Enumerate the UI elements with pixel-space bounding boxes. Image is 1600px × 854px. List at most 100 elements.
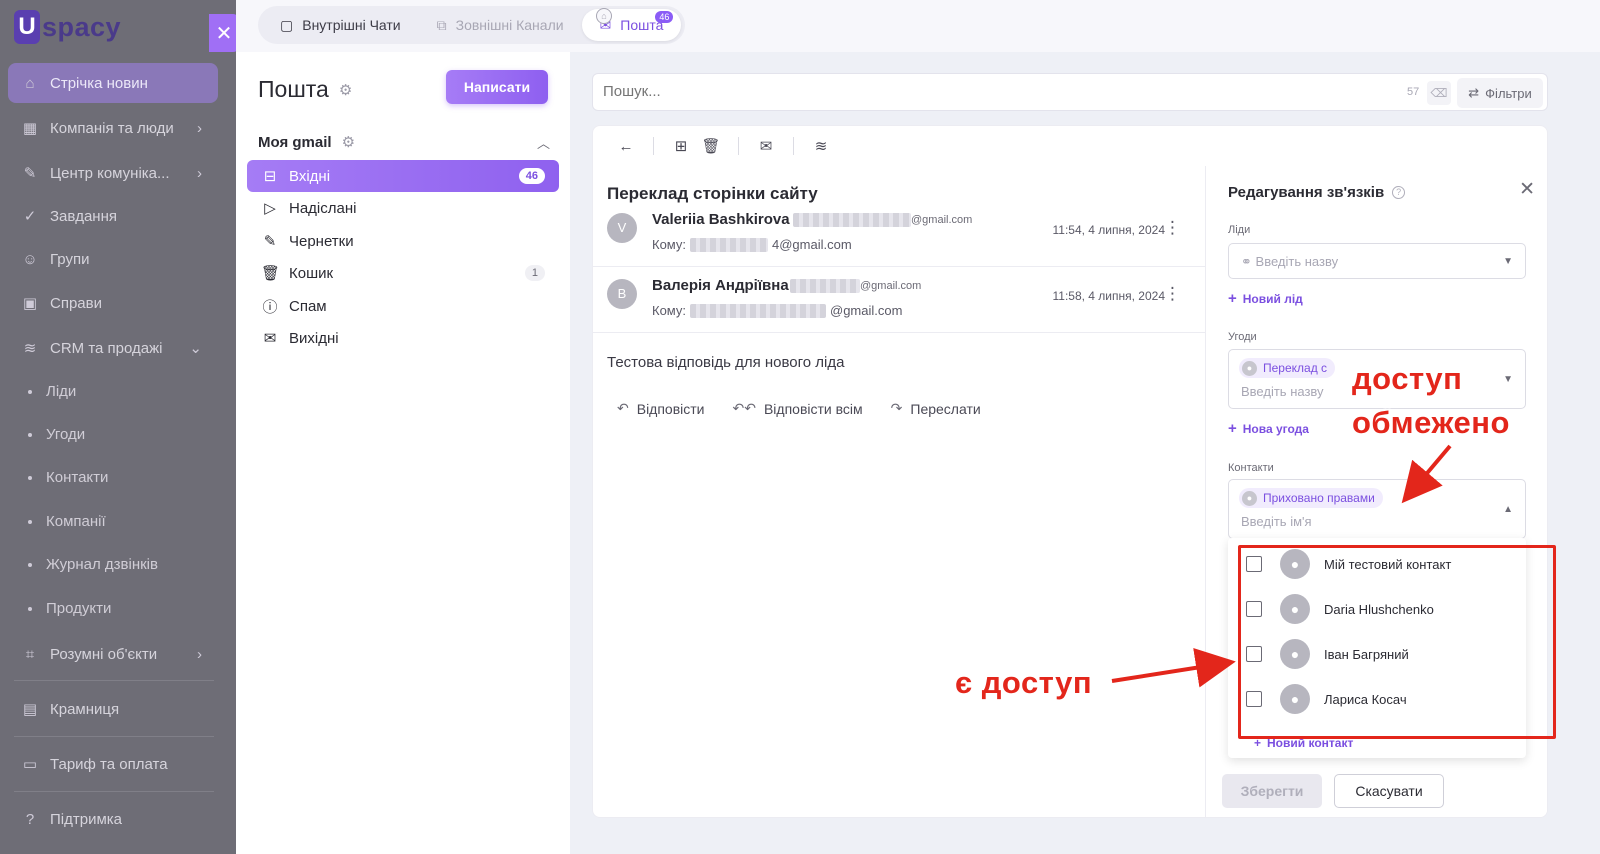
sidebar-subitem-leads[interactable]: Ліди	[28, 383, 76, 400]
chevron-up-icon[interactable]: ︿	[537, 133, 550, 152]
sidebar-subitem-deals[interactable]: Угоди	[28, 426, 85, 443]
lock-icon: ⌂	[596, 8, 612, 24]
more-options-icon[interactable]: ⋮	[1164, 218, 1181, 238]
new-deal-label: Нова угода	[1242, 421, 1309, 436]
annotation-restricted-line2: обмежено	[1352, 405, 1510, 440]
divider	[738, 137, 739, 155]
database-icon: ≋	[23, 340, 37, 357]
new-lead-button[interactable]: + Новий лід	[1228, 290, 1303, 307]
sidebar-subitem-calls[interactable]: Журнал дзвінків	[28, 556, 158, 573]
forward-button[interactable]: ↷ Переслати	[891, 400, 981, 417]
bullet-icon	[28, 432, 32, 437]
folder-label: Спам	[289, 297, 327, 315]
message-time: 11:54, 4 липня, 2024	[1052, 223, 1165, 237]
user-icon: ●	[1242, 360, 1257, 376]
contacts-select[interactable]: ● Приховано правами Введіть ім'я ▲	[1228, 479, 1526, 539]
compose-icon: ✎	[23, 165, 37, 182]
redacted-text	[790, 279, 860, 293]
folder-label: Надіслані	[289, 199, 357, 217]
sidebar-item-communications[interactable]: ✎ Центр комуніка... ›	[8, 153, 218, 193]
bullet-icon	[28, 606, 32, 611]
divider	[14, 736, 214, 737]
gear-icon[interactable]: ⚙	[339, 81, 352, 99]
save-button[interactable]: Зберегти	[1222, 774, 1322, 808]
sidebar-item-tasks[interactable]: ✓ Завдання	[8, 196, 218, 236]
tab-internal-chats[interactable]: ▢ Внутрішні Чати	[262, 9, 419, 41]
folder-trash[interactable]: 🗑 Кошик 1	[247, 257, 559, 289]
sidebar-subitem-products[interactable]: Продукти	[28, 600, 111, 617]
sidebar-item-groups[interactable]: ☺ Групи	[8, 239, 218, 279]
annotation-restricted-line1: доступ	[1352, 361, 1463, 396]
divider	[793, 137, 794, 155]
app-logo[interactable]: U spacy	[14, 10, 121, 44]
search-input[interactable]	[603, 83, 1363, 100]
redacted-text	[793, 213, 911, 227]
send-icon: ▷	[264, 200, 276, 217]
folder-drafts[interactable]: ✎ Чернетки	[247, 225, 559, 257]
compose-button[interactable]: Написати	[446, 70, 548, 104]
reply-all-icon: ↶↶	[732, 400, 756, 416]
sidebar-item-label: Компанія та люди	[50, 119, 174, 137]
message-body: Тестова відповідь для нового ліда	[607, 354, 845, 371]
avatar: В	[607, 279, 637, 309]
sidebar-item-store[interactable]: ▤ Крамниця	[8, 689, 218, 729]
trash-icon[interactable]: 🗑	[696, 131, 726, 161]
folder-sent[interactable]: ▷ Надіслані	[247, 192, 559, 224]
sidebar-subitem-contacts[interactable]: Контакти	[28, 469, 108, 486]
leads-select[interactable]: ⚭ Введіть назву ▼	[1228, 243, 1526, 279]
back-arrow-icon[interactable]: ←	[611, 131, 641, 161]
new-lead-label: Новий лід	[1242, 291, 1303, 306]
chevron-down-icon: ⌄	[189, 340, 202, 357]
folder-inbox[interactable]: ⊟ Вхідні 46	[247, 160, 559, 192]
chevron-down-icon: ▼	[1503, 374, 1513, 385]
folder-spam[interactable]: ⓘ Спам	[247, 290, 559, 322]
logo-mark: U	[14, 10, 40, 44]
deals-placeholder: Введіть назву	[1241, 384, 1324, 399]
gear-icon[interactable]: ⚙	[342, 133, 355, 151]
reply-all-button[interactable]: ↶↶ Відповісти всім	[733, 400, 863, 417]
sidebar-item-news[interactable]: ⌂ Стрічка новин	[8, 63, 218, 103]
outbox-icon: ✉	[263, 330, 277, 347]
contacts-placeholder: Введіть ім'я	[1241, 514, 1312, 529]
forward-icon: ↷	[890, 400, 903, 416]
main-sidebar: U spacy ⌂ Стрічка новин ▦ Компанія та лю…	[0, 0, 236, 854]
chevron-right-icon: ›	[197, 645, 202, 663]
hidden-contact-chip[interactable]: ● Приховано правами	[1239, 488, 1383, 508]
help-icon[interactable]: ?	[1392, 186, 1406, 199]
divider	[14, 791, 214, 792]
message-row[interactable]: V Valeriia Bashkirova @gmail.com Кому: 4…	[593, 203, 1205, 267]
annotation-highlight-box	[1238, 545, 1556, 739]
close-icon[interactable]: ✕	[1519, 178, 1535, 201]
sidebar-item-crm[interactable]: ≋ CRM та продажі ⌄	[8, 328, 218, 368]
sidebar-subitem-companies[interactable]: Компанії	[28, 513, 106, 530]
sidebar-item-billing[interactable]: ▭ Тариф та оплата	[8, 744, 218, 784]
crm-link-icon[interactable]: ≋	[806, 131, 836, 161]
sidebar-item-smart-objects[interactable]: ⌗ Розумні об'єкти ›	[8, 634, 218, 674]
mail-account[interactable]: Моя gmail ⚙	[258, 133, 355, 152]
recipient-line: Кому: 4@gmail.com	[652, 237, 852, 252]
mail-icon[interactable]: ✉	[751, 131, 781, 161]
sidebar-item-support[interactable]: ? Підтримка	[8, 799, 218, 839]
deal-chip[interactable]: ● Переклад с	[1239, 358, 1336, 378]
sidebar-item-company[interactable]: ▦ Компанія та люди ›	[8, 108, 218, 148]
reply-icon: ↶	[617, 400, 629, 416]
sidebar-item-label: Крамниця	[50, 700, 120, 718]
redacted-text	[690, 237, 768, 252]
new-deal-button[interactable]: + Нова угода	[1228, 420, 1309, 437]
reply-button[interactable]: ↶ Відповісти	[617, 400, 705, 417]
tab-label: Зовнішні Канали	[455, 17, 564, 33]
mail-folders-panel: Пошта ⚙ Написати Моя gmail ⚙ ︿ ⊟ Вхідні …	[236, 52, 570, 854]
folder-outbox[interactable]: ✉ Вихідні	[247, 322, 559, 354]
search-bar: 57 ⌫ ⇄ Фільтри	[592, 73, 1548, 111]
leads-placeholder: ⚭ Введіть назву	[1241, 254, 1338, 270]
cancel-button[interactable]: Скасувати	[1334, 774, 1444, 808]
filters-button[interactable]: ⇄ Фільтри	[1457, 78, 1543, 108]
close-icon[interactable]: ✕	[209, 14, 239, 52]
sidebar-item-label: Групи	[50, 250, 90, 268]
more-options-icon[interactable]: ⋮	[1164, 284, 1181, 304]
move-to-folder-icon[interactable]: ⊞	[666, 131, 696, 161]
tab-external-channels[interactable]: ⧉ Зовнішні Канали	[419, 9, 582, 41]
sidebar-item-affairs[interactable]: ▣ Справи	[8, 283, 218, 323]
message-row[interactable]: В Валерія Андріївна @gmail.com Кому: @gm…	[593, 269, 1205, 333]
eraser-icon[interactable]: ⌫	[1427, 81, 1451, 105]
